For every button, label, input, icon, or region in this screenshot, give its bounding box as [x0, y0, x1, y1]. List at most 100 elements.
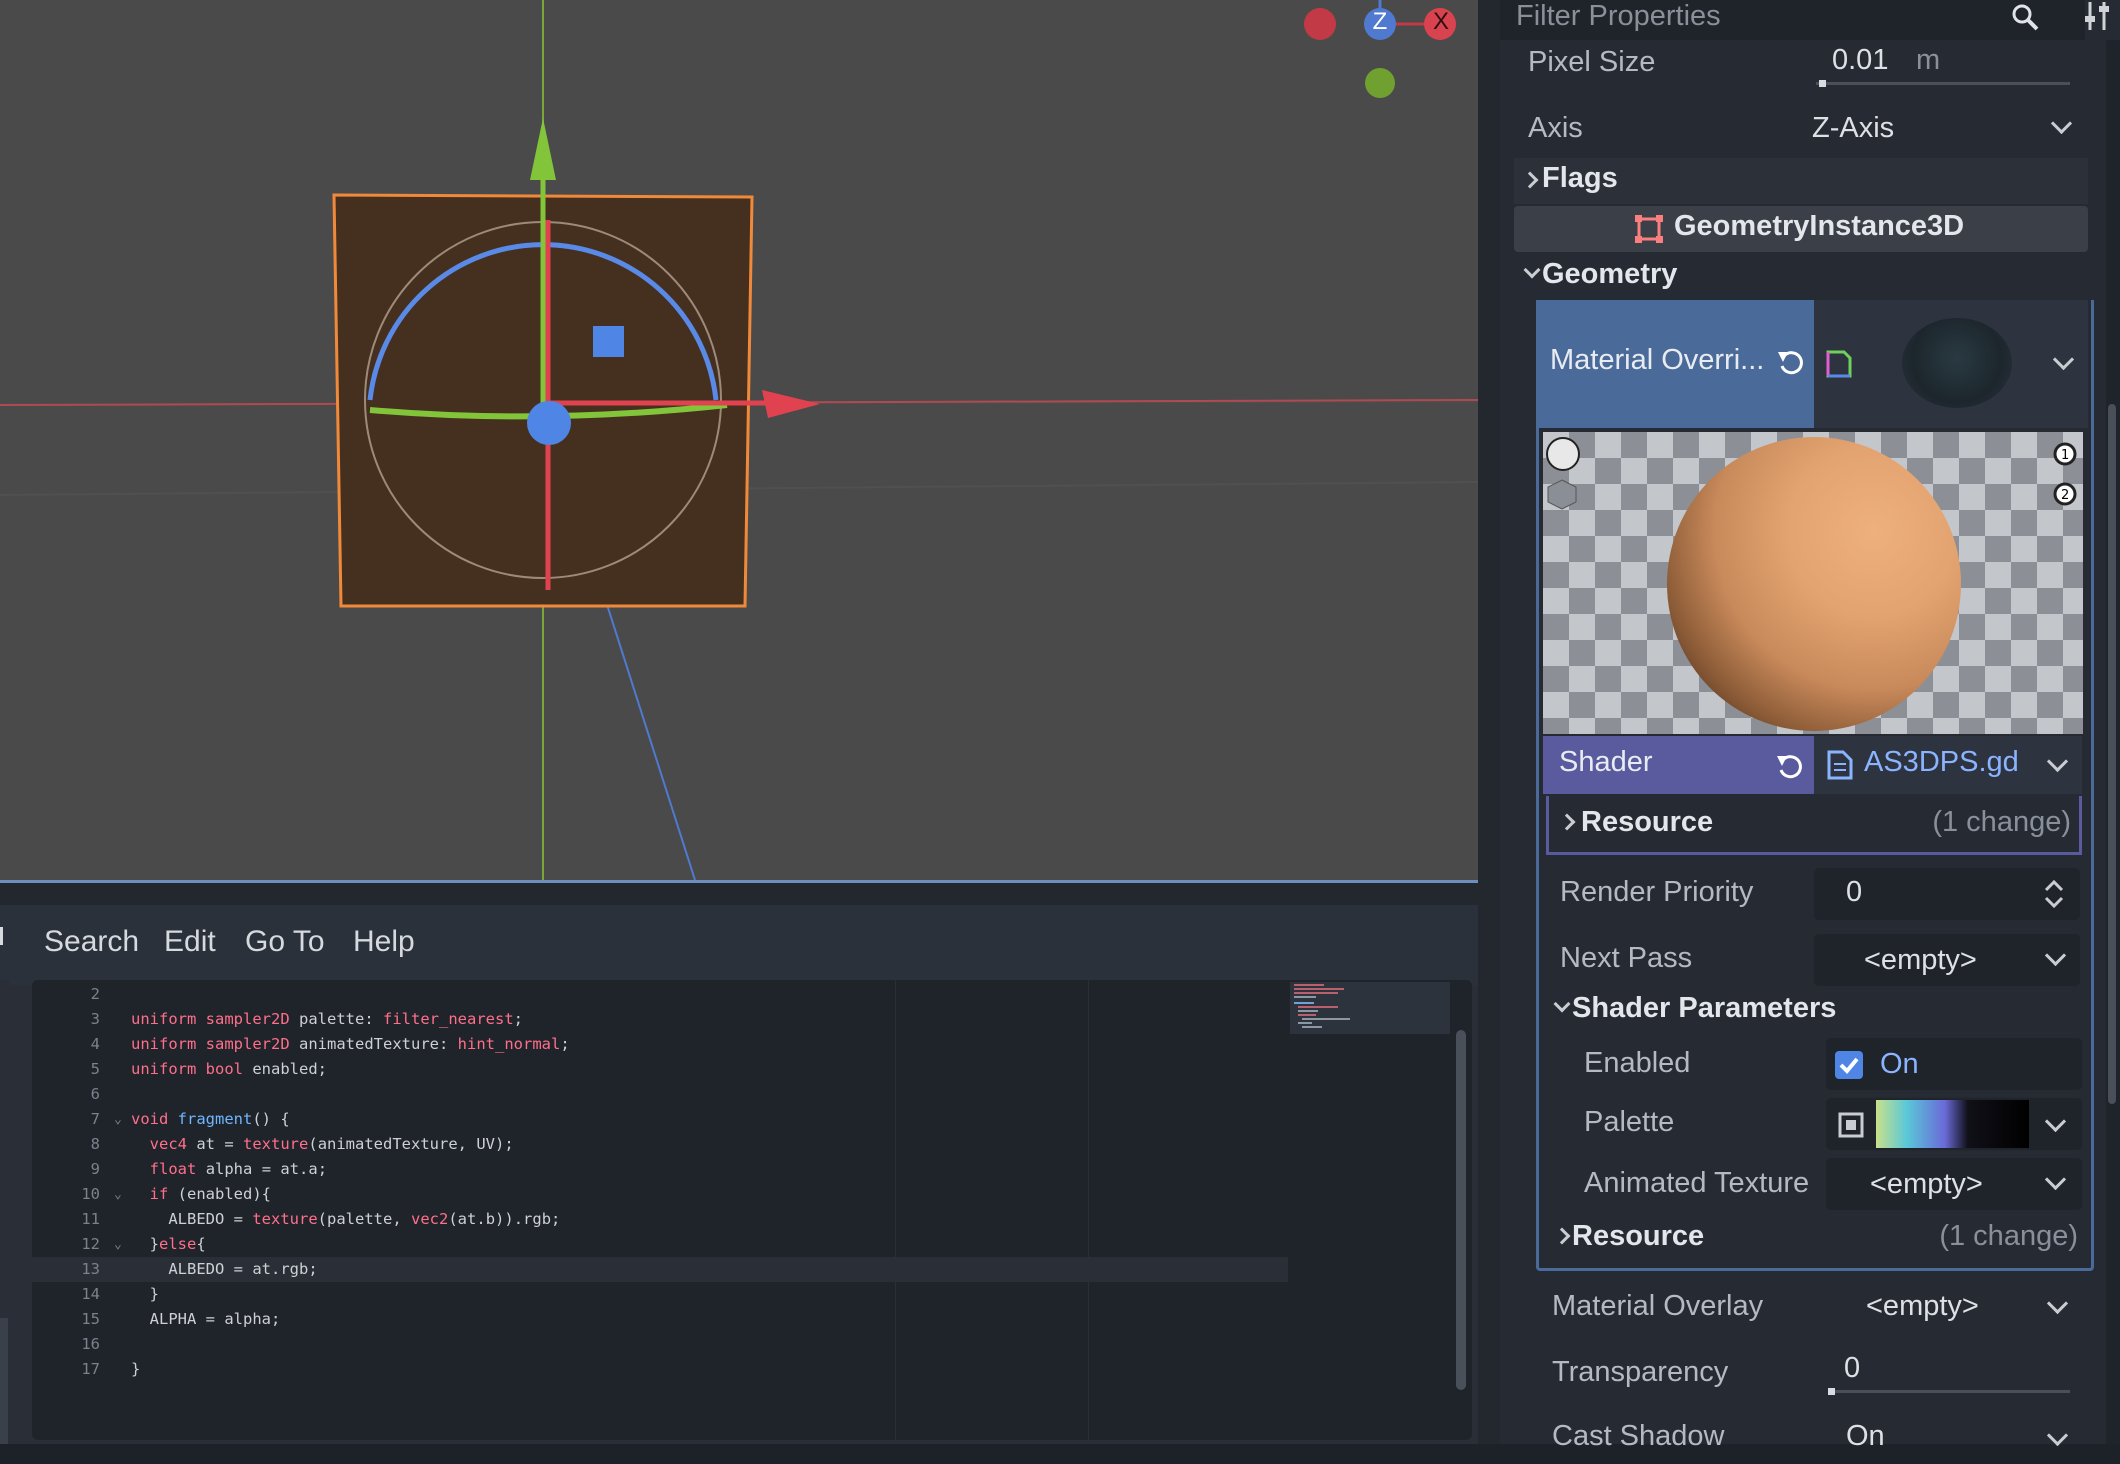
line-number: 16 — [81, 1335, 100, 1353]
material-override-resource-picker[interactable] — [1814, 300, 2088, 428]
preview-box-mode-icon[interactable] — [1546, 478, 1578, 510]
code-vertical-scrollbar[interactable] — [1456, 1030, 1466, 1390]
animated-texture-picker[interactable]: <empty> — [1826, 1158, 2082, 1210]
viewport-scene — [0, 0, 1478, 880]
transparency-field[interactable]: 0 — [1826, 1344, 2082, 1400]
shader-resource-section[interactable]: Resource (1 change) — [1546, 796, 2082, 855]
code-line[interactable]: 10 ⌄ if (enabled){ — [32, 1182, 1288, 1207]
pixel-size-value: 0.01 — [1832, 44, 1889, 76]
code-line[interactable]: 3 uniform sampler2D palette: filter_neare… — [32, 1007, 1288, 1032]
cast-shadow-label: Cast Shadow — [1552, 1420, 1725, 1452]
code-text: float alpha = at.a; — [149, 1160, 328, 1178]
code-text: if (enabled){ — [149, 1185, 272, 1203]
code-text: }else{ — [131, 1235, 206, 1253]
code-line[interactable]: 17} — [32, 1357, 1288, 1382]
chevron-down-icon — [1523, 261, 1541, 279]
filter-properties-input[interactable]: Filter Properties — [1500, 0, 2085, 40]
pixel-size-field[interactable]: 0.01 m — [1812, 42, 2082, 94]
code-line[interactable]: 8 vec4 at = texture(animatedTexture, UV)… — [32, 1132, 1288, 1157]
move-gizmo-z-handle — [527, 401, 571, 445]
shader-parameters-section[interactable]: Shader Parameters — [1546, 990, 2082, 1034]
pixel-size-unit: m — [1916, 44, 1941, 76]
pixel-size-slider[interactable] — [1816, 82, 2070, 85]
light-2-toggle-icon[interactable]: 2 — [2048, 477, 2082, 511]
shader-resource-picker[interactable]: AS3DPS.gd — [1814, 736, 2082, 794]
next-pass-picker[interactable]: <empty> — [1814, 934, 2080, 986]
line-number: 15 — [81, 1310, 100, 1328]
nav-gizmo-z-label[interactable]: Z — [1368, 8, 1392, 36]
code-line[interactable]: 15 ALPHA = alpha; — [32, 1307, 1288, 1332]
material-overlay-label: Material Overlay — [1552, 1290, 1764, 1322]
code-line[interactable]: 6 — [32, 1082, 1288, 1107]
fold-arrow-icon[interactable]: ⌄ — [114, 1232, 122, 1257]
line-number: 14 — [81, 1285, 100, 1303]
move-gizmo-y-arrow — [530, 118, 556, 180]
revert-icon[interactable] — [1776, 346, 1808, 378]
filter-placeholder: Filter Properties — [1516, 0, 1721, 32]
material-override-row[interactable]: Material Overri... — [1538, 300, 1814, 428]
fold-arrow-icon[interactable]: ⌄ — [114, 1107, 122, 1132]
material-overlay-value: <empty> — [1866, 1290, 1979, 1322]
axis-dropdown[interactable]: Z-Axis — [1812, 106, 2082, 154]
code-line[interactable]: 11 ALBEDO = texture(palette, vec2(at.b))… — [32, 1207, 1288, 1232]
class-header-title: GeometryInstance3D — [1674, 210, 1965, 242]
spinbox-arrows-icon[interactable] — [2042, 878, 2066, 910]
menu-edit[interactable]: Edit — [164, 925, 216, 959]
move-gizmo-x-arrow — [762, 390, 820, 418]
enabled-checkbox[interactable]: On — [1826, 1038, 2082, 1090]
code-line[interactable]: 2 — [32, 982, 1288, 1007]
checkbox-checked-icon — [1835, 1051, 1863, 1079]
preview-sphere-mode-icon[interactable] — [1546, 437, 1580, 471]
nav-gizmo-x-label[interactable]: X — [1429, 8, 1453, 36]
pixel-size-slider-knob[interactable] — [1818, 80, 1826, 87]
script-list-scrollbar[interactable] — [0, 1318, 8, 1444]
material-override-label: Material Overri... — [1550, 344, 1765, 376]
chevron-down-icon — [1553, 995, 1571, 1013]
code-minimap[interactable] — [1290, 982, 1450, 1034]
code-line[interactable]: 12 ⌄ }else{ — [32, 1232, 1288, 1257]
material-overlay-picker[interactable]: <empty> — [1814, 1282, 2082, 1334]
transparency-slider[interactable] — [1828, 1390, 2070, 1393]
property-tools-icon[interactable] — [2078, 0, 2118, 36]
line-number: 11 — [81, 1210, 100, 1228]
chevron-right-icon — [1553, 1227, 1571, 1245]
panel-splitter[interactable] — [0, 883, 1478, 905]
code-text: ALBEDO = at.rgb; — [168, 1260, 318, 1278]
shader-parameters-title: Shader Parameters — [1572, 992, 1837, 1024]
menu-edge-marker — [0, 927, 3, 945]
palette-texture-picker[interactable] — [1826, 1098, 2082, 1150]
menu-search[interactable]: Search — [44, 925, 139, 959]
line-number: 12 — [81, 1235, 100, 1253]
code-line[interactable]: 7 ⌄ void fragment() { — [32, 1107, 1288, 1132]
light-1-toggle-icon[interactable]: 1 — [2048, 437, 2082, 471]
dock-splitter[interactable] — [1478, 0, 1500, 1444]
revert-icon[interactable] — [1775, 750, 1807, 782]
render-priority-spinbox[interactable]: 0 — [1814, 868, 2080, 920]
code-line[interactable]: 14 } — [32, 1282, 1288, 1307]
cast-shadow-dropdown[interactable]: On — [1814, 1412, 2082, 1464]
chevron-down-icon — [2046, 1292, 2069, 1315]
code-line[interactable]: 4 uniform sampler2D animatedTexture: hint… — [32, 1032, 1288, 1057]
menu-help[interactable]: Help — [353, 925, 415, 959]
code-line[interactable]: 5 uniform bool enabled; — [32, 1057, 1288, 1082]
render-priority-value: 0 — [1846, 876, 1863, 908]
transparency-slider-knob[interactable] — [1828, 1388, 1835, 1395]
menu-go-to[interactable]: Go To — [245, 925, 325, 959]
material-resource-section[interactable]: Resource (1 change) — [1546, 1214, 2082, 1262]
axis-value: Z-Axis — [1812, 112, 1895, 144]
code-line[interactable]: 16 — [32, 1332, 1288, 1357]
3d-viewport[interactable]: Z X — [0, 0, 1481, 883]
code-line[interactable]: 9 float alpha = at.a; — [32, 1157, 1288, 1182]
material-resource-changes: (1 change) — [1939, 1220, 2078, 1252]
class-header-geometryinstance3d[interactable]: GeometryInstance3D — [1514, 206, 2088, 252]
inspector-scrollbar-thumb[interactable] — [2108, 404, 2116, 1104]
enabled-value: On — [1880, 1048, 1919, 1080]
fold-arrow-icon[interactable]: ⌄ — [114, 1182, 122, 1207]
shader-row[interactable]: Shader — [1543, 736, 1814, 794]
transparency-value: 0 — [1844, 1352, 1861, 1384]
flags-section[interactable]: Flags — [1514, 158, 2088, 204]
code-editor[interactable]: 2 3 uniform sampler2D palette: filter_near… — [32, 980, 1472, 1440]
geometry-section[interactable]: Geometry — [1514, 254, 2088, 300]
geometry-section-title: Geometry — [1542, 258, 1678, 290]
code-line[interactable]: 13 ALBEDO = at.rgb; — [32, 1257, 1288, 1282]
